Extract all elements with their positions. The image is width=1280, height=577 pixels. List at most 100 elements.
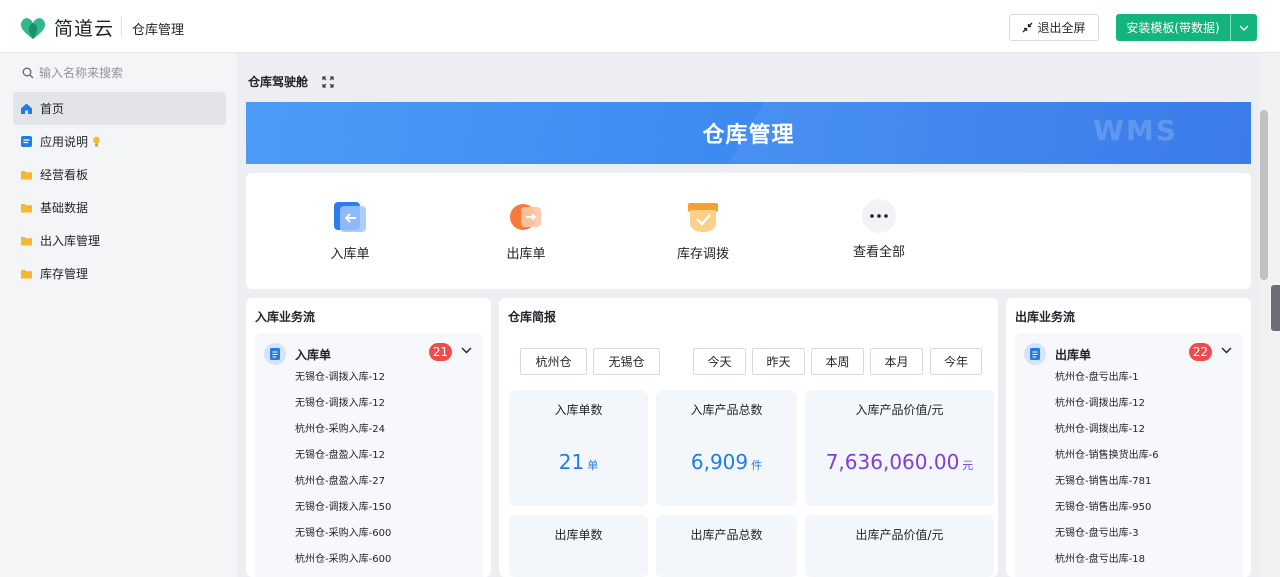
list-item[interactable]: 杭州仓-盘盈入库-27 [295, 475, 391, 501]
scrollbar-thumb[interactable] [1260, 110, 1268, 280]
period-filter-yesterday[interactable]: 昨天 [752, 348, 805, 375]
folder-icon [21, 204, 32, 213]
logo-icon [20, 17, 46, 39]
logo[interactable]: 简道云 [18, 14, 114, 41]
quick-action-transfer[interactable]: 库存调拨 [658, 199, 748, 262]
more-icon [862, 199, 896, 233]
chevron-down-icon[interactable] [1221, 347, 1232, 354]
list-item[interactable]: 杭州仓-采购入库-600 [295, 553, 391, 577]
list-item[interactable]: 无锡仓-调拨入库-12 [295, 397, 391, 423]
stat-unit: 元 [962, 459, 974, 472]
chevron-down-icon [1239, 25, 1249, 31]
quick-action-view-all[interactable]: 查看全部 [834, 199, 924, 260]
doc-icon [21, 136, 32, 147]
sidebar-item-label: 基础数据 [40, 201, 89, 215]
outbound-flow-title: 出库业务流 [1015, 310, 1076, 324]
inbound-list: 无锡仓-调拨入库-12 无锡仓-调拨入库-12 杭州仓-采购入库-24 无锡仓-… [295, 371, 391, 577]
quick-action-inbound[interactable]: 入库单 [305, 199, 395, 262]
sidebar-item-inout[interactable]: 出入库管理 [13, 224, 226, 257]
period-filter-year[interactable]: 今年 [930, 348, 982, 375]
quick-action-label: 入库单 [330, 247, 370, 262]
shrink-icon [1023, 22, 1033, 33]
list-item[interactable]: 杭州仓-调拨出库-12 [1055, 423, 1159, 449]
inbound-flow-box: 入库单 21 无锡仓-调拨入库-12 无锡仓-调拨入库-12 杭州仓-采购入库-… [255, 333, 483, 577]
list-item[interactable]: 杭州仓-销售换货出库-6 [1055, 449, 1159, 475]
sidebar-item-label: 出入库管理 [40, 234, 101, 248]
stat-label: 入库产品价值/元 [855, 403, 944, 417]
sidebar-item-inventory[interactable]: 库存管理 [13, 257, 226, 290]
search-placeholder: 输入名称来搜索 [39, 66, 124, 80]
sidebar-item-dashboard[interactable]: 经营看板 [13, 158, 226, 191]
sidebar-item-guide[interactable]: 应用说明 [13, 125, 226, 158]
stat-value: 21 单 [509, 450, 648, 474]
warehouse-filter-wuxi[interactable]: 无锡仓 [593, 348, 660, 375]
sidebar-item-home[interactable]: 首页 [13, 92, 226, 125]
banner-watermark: WMS [1093, 114, 1178, 147]
lightbulb-icon [93, 136, 100, 147]
inbound-flow-title: 入库业务流 [255, 310, 316, 324]
outbound-flow-head[interactable]: 出库单 [1024, 343, 1091, 365]
count-badge: 21 [429, 343, 452, 361]
page-title: 仓库驾驶舱 [248, 75, 309, 89]
list-item[interactable]: 无锡仓-销售出库-781 [1055, 475, 1159, 501]
period-filter-week[interactable]: 本周 [811, 348, 864, 375]
banner: 仓库管理 WMS [246, 102, 1251, 164]
stat-number: 6,909 [690, 450, 749, 474]
report-title: 仓库简报 [508, 310, 557, 324]
quick-action-label: 库存调拨 [676, 247, 729, 262]
folder-icon [21, 237, 32, 246]
period-filter-month[interactable]: 本月 [870, 348, 923, 375]
side-tool-tab[interactable] [1271, 285, 1280, 331]
quick-action-label: 查看全部 [852, 245, 905, 260]
app-title: 仓库管理 [132, 23, 185, 38]
sidebar-item-basic-data[interactable]: 基础数据 [13, 191, 226, 224]
exit-fullscreen-label: 退出全屏 [1037, 21, 1086, 35]
stat-number: 21 [558, 450, 585, 474]
list-item[interactable]: 无锡仓-盘盈入库-12 [295, 449, 391, 475]
stat-value: 6,909 件 [656, 450, 797, 474]
stat-label: 出库产品价值/元 [855, 528, 944, 542]
logo-text: 简道云 [54, 18, 115, 40]
outbound-icon [508, 199, 544, 235]
expand-icon[interactable] [322, 75, 334, 88]
chevron-down-icon[interactable] [461, 347, 472, 354]
warehouse-filter-hangzhou[interactable]: 杭州仓 [520, 348, 587, 375]
install-template-button[interactable]: 安装模板(带数据) [1116, 14, 1257, 41]
header-divider [121, 17, 122, 37]
outbound-flow-box: 出库单 22 杭州仓-盘亏出库-1 杭州仓-调拨出库-12 杭州仓-调拨出库-1… [1015, 333, 1243, 577]
period-filter-today[interactable]: 今天 [693, 348, 746, 375]
sidebar-search[interactable]: 输入名称来搜索 [22, 64, 123, 81]
sidebar-item-label: 应用说明 [40, 135, 89, 149]
quick-action-label: 出库单 [506, 247, 546, 262]
list-item[interactable]: 无锡仓-调拨入库-12 [295, 371, 391, 397]
list-item[interactable]: 杭州仓-调拨出库-12 [1055, 397, 1159, 423]
inbound-icon [332, 199, 368, 235]
quick-action-outbound[interactable]: 出库单 [481, 199, 571, 262]
count-badge: 22 [1189, 343, 1212, 361]
exit-fullscreen-button[interactable]: 退出全屏 [1009, 14, 1099, 41]
stat-label: 入库产品总数 [690, 403, 763, 417]
list-item[interactable]: 杭州仓-盘亏出库-18 [1055, 553, 1159, 577]
list-item[interactable]: 杭州仓-采购入库-24 [295, 423, 391, 449]
outbound-flow-card: 出库业务流 出库单 22 杭州仓-盘亏出库-1 杭州仓-调拨出库-12 杭州仓-… [1006, 298, 1251, 577]
list-item[interactable]: 无锡仓-调拨入库-150 [295, 501, 391, 527]
inbound-flow-card: 入库业务流 入库单 21 无锡仓-调拨入库-12 无锡仓-调拨入库-12 杭州仓… [246, 298, 491, 577]
stat-outbound-orders: 出库单数 [509, 515, 648, 577]
sidebar-item-label: 首页 [40, 102, 65, 116]
stat-inbound-value: 入库产品价值/元 7,636,060.00 元 [805, 390, 994, 506]
list-item[interactable]: 无锡仓-销售出库-950 [1055, 501, 1159, 527]
home-icon [21, 103, 32, 114]
install-dropdown-button[interactable] [1230, 14, 1257, 41]
list-item[interactable]: 无锡仓-采购入库-600 [295, 527, 391, 553]
sidebar-item-label: 库存管理 [40, 267, 89, 281]
transfer-icon [685, 199, 721, 235]
install-template-label: 安装模板(带数据) [1126, 21, 1220, 35]
stat-unit: 件 [751, 459, 763, 472]
inbound-flow-head[interactable]: 入库单 [264, 343, 331, 365]
folder-icon [21, 171, 32, 180]
list-item[interactable]: 无锡仓-盘亏出库-3 [1055, 527, 1159, 553]
stat-number: 7,636,060.00 [825, 450, 960, 474]
search-icon [22, 67, 34, 78]
list-item[interactable]: 杭州仓-盘亏出库-1 [1055, 371, 1159, 397]
inbound-flow-head-label: 入库单 [295, 347, 332, 362]
